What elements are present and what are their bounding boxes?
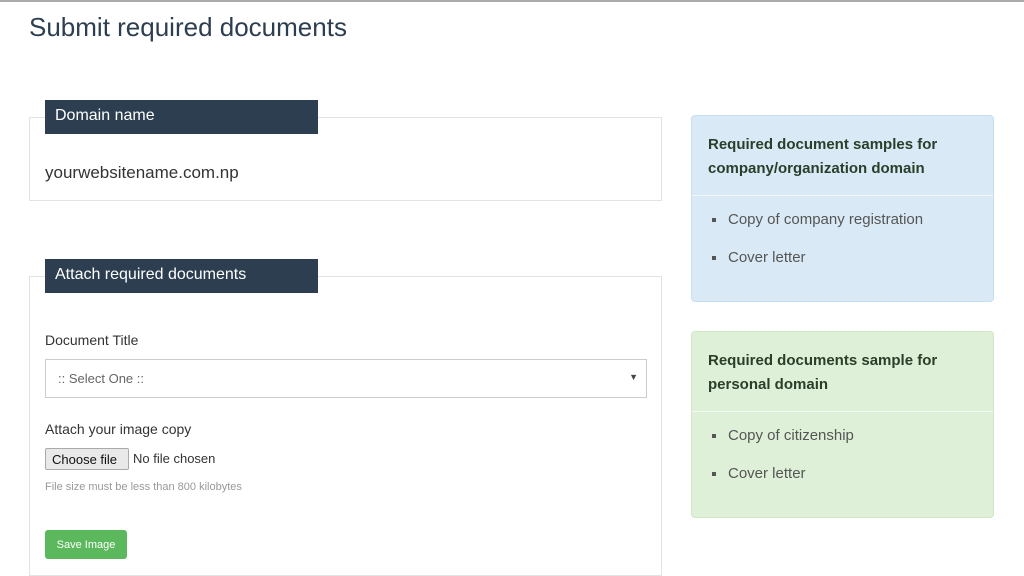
- select-value: :: Select One ::: [58, 371, 144, 386]
- personal-documents-box: Required documents sample for personal d…: [691, 331, 994, 518]
- page-title: Submit required documents: [29, 12, 347, 42]
- domain-name-panel: Domain name yourwebsitename.com.np: [29, 100, 662, 201]
- domain-name-value: yourwebsitename.com.np: [45, 163, 239, 182]
- company-documents-box: Required document samples for company/or…: [691, 115, 994, 302]
- attach-image-label: Attach your image copy: [45, 421, 192, 437]
- document-title-select[interactable]: :: Select One :: ▼: [45, 359, 647, 398]
- company-box-title: Required document samples for company/or…: [692, 116, 993, 196]
- file-status: No file chosen: [133, 451, 216, 466]
- list-item: Cover letter: [708, 248, 977, 267]
- attach-documents-panel: Attach required documents Document Title…: [29, 259, 662, 576]
- list-item: Copy of citizenship: [708, 426, 977, 445]
- save-image-button[interactable]: Save Image: [45, 530, 127, 559]
- document-title-label: Document Title: [45, 332, 139, 348]
- attach-documents-legend: Attach required documents: [45, 259, 318, 293]
- caret-down-icon: ▼: [629, 372, 638, 382]
- file-size-help: File size must be less than 800 kilobyte…: [45, 481, 242, 493]
- list-item: Copy of company registration: [708, 210, 977, 229]
- list-item: Cover letter: [708, 464, 977, 483]
- domain-name-legend: Domain name: [45, 100, 318, 134]
- personal-box-title: Required documents sample for personal d…: [692, 332, 993, 412]
- choose-file-button[interactable]: Choose file: [45, 448, 129, 470]
